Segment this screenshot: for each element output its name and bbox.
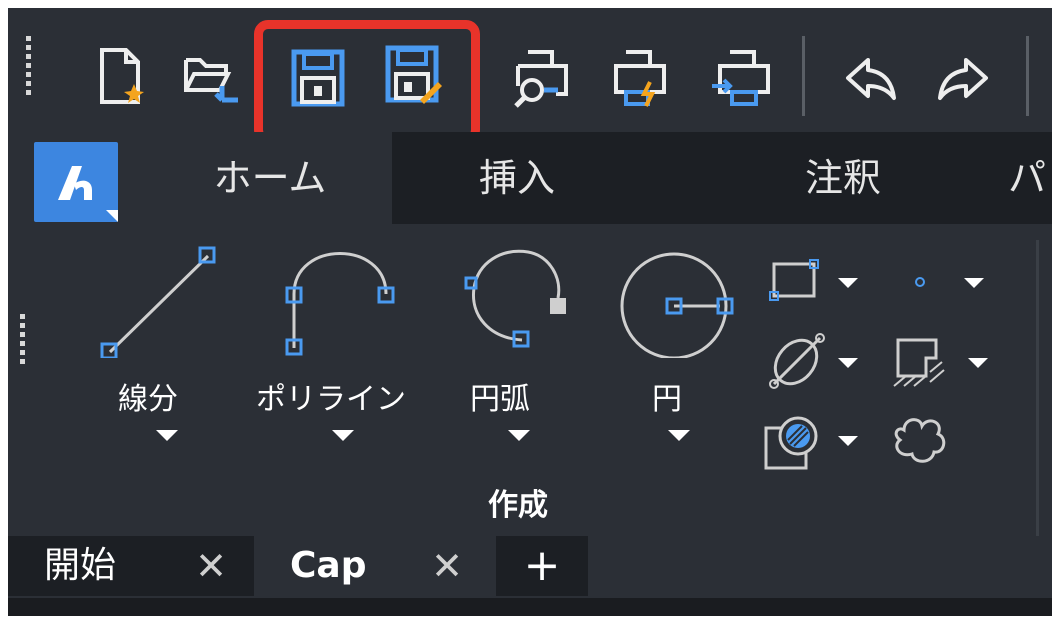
region-tool[interactable]: [886, 328, 996, 392]
arc-tool-label: 円弧: [470, 382, 530, 417]
tab-partial[interactable]: パ: [1008, 132, 1052, 224]
circle-icon: [620, 252, 734, 358]
point-tool-dropdown[interactable]: [964, 278, 984, 288]
revision-cloud-icon: [894, 418, 946, 463]
document-tab-start[interactable]: 開始 ✕: [8, 536, 254, 596]
close-icon[interactable]: ✕: [422, 536, 472, 596]
point-tool[interactable]: [898, 254, 998, 310]
hatch-tool[interactable]: [762, 408, 858, 472]
hatch-icon: [764, 416, 818, 470]
undo-icon[interactable]: [838, 46, 902, 110]
line-icon: [100, 246, 216, 358]
arc-icon: [464, 249, 566, 348]
document-tab-cap[interactable]: Cap ✕: [258, 536, 492, 596]
rectangle-tool-dropdown[interactable]: [838, 278, 858, 288]
tab-annotate[interactable]: 注釈: [728, 132, 958, 224]
line-tool[interactable]: 線分: [98, 238, 238, 448]
tab-insert[interactable]: 挿入: [392, 132, 642, 224]
circle-tool-dropdown[interactable]: [668, 430, 690, 441]
panel-grip[interactable]: [20, 314, 26, 368]
open-file-icon[interactable]: [180, 44, 244, 108]
arc-tool[interactable]: 円弧: [458, 238, 588, 448]
close-icon[interactable]: ✕: [186, 536, 236, 596]
rectangle-tool[interactable]: [766, 254, 858, 310]
region-icon: [893, 338, 945, 387]
arc-tool-dropdown[interactable]: [508, 430, 530, 441]
redo-icon[interactable]: [932, 46, 996, 110]
line-tool-label: 線分: [118, 382, 178, 417]
ribbon-panel-create: 線分 ポリライン 円弧 円 作成: [8, 224, 1052, 540]
toolbar-separator: [1026, 36, 1029, 116]
line-tool-dropdown[interactable]: [156, 430, 178, 441]
publish-icon[interactable]: [608, 46, 672, 110]
new-file-icon[interactable]: [90, 44, 154, 108]
plot-icon[interactable]: [710, 46, 774, 110]
tab-home[interactable]: ホーム: [148, 132, 392, 224]
rectangle-icon: [769, 259, 819, 301]
polyline-tool-dropdown[interactable]: [332, 430, 354, 441]
quick-access-toolbar: [8, 8, 1052, 132]
add-tab-button[interactable]: +: [496, 536, 588, 596]
polyline-icon: [285, 252, 395, 356]
create-group-title: 作成: [488, 488, 548, 523]
toolbar-separator: [802, 36, 805, 116]
region-tool-dropdown[interactable]: [968, 358, 988, 368]
circle-tool[interactable]: 円: [612, 238, 742, 448]
point-icon: [915, 277, 925, 287]
ellipse-icon: [769, 333, 825, 389]
panel-separator: [1036, 240, 1039, 540]
polyline-tool-label: ポリライン: [256, 382, 406, 417]
save-buttons-highlight: [254, 20, 480, 144]
toolbar-grip[interactable]: [26, 36, 32, 99]
hatch-tool-dropdown[interactable]: [838, 436, 858, 446]
print-preview-icon[interactable]: [510, 46, 574, 110]
revision-cloud-tool[interactable]: [888, 408, 958, 472]
status-bar: [8, 598, 1052, 616]
cad-application-window: ホーム 挿入 注釈 パ 線分 ポリライン 円弧 円 作成 開始 ✕ Cap ✕ …: [8, 8, 1052, 616]
ellipse-tool-dropdown[interactable]: [838, 358, 858, 368]
ribbon-tab-bar: ホーム 挿入 注釈 パ: [8, 132, 1052, 224]
document-tab-start-label: 開始: [44, 545, 117, 586]
ellipse-tool[interactable]: [766, 328, 858, 392]
document-tab-cap-label: Cap: [290, 545, 367, 586]
document-tab-bar: 開始 ✕ Cap ✕ +: [8, 536, 1052, 598]
polyline-tool[interactable]: ポリライン: [248, 238, 428, 448]
circle-tool-label: 円: [652, 382, 682, 417]
application-menu-button[interactable]: [34, 142, 118, 222]
